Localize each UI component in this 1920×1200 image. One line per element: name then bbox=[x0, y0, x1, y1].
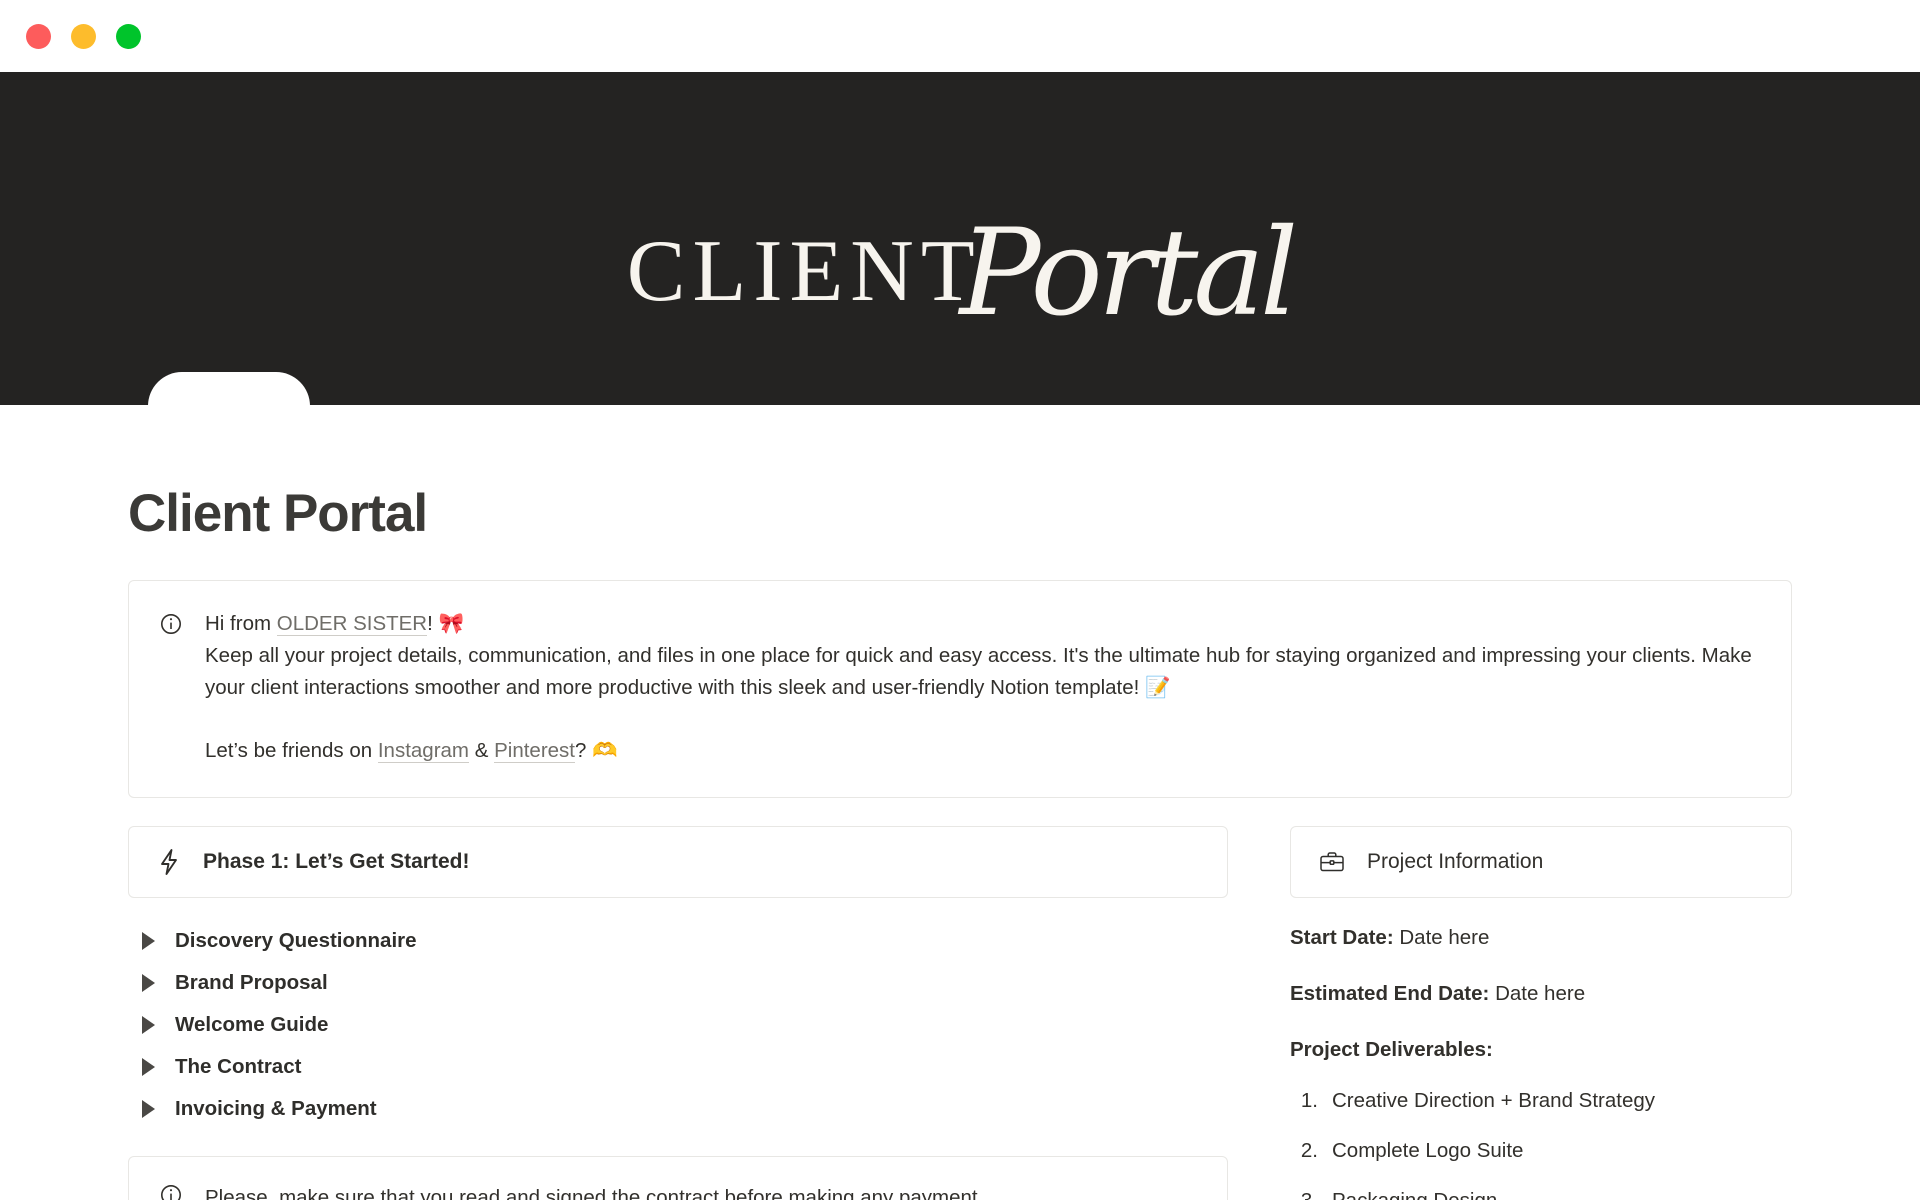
toggle-label: The Contract bbox=[175, 1055, 302, 1078]
minimize-window-button[interactable] bbox=[71, 23, 96, 49]
traffic-lights bbox=[26, 23, 141, 49]
list-item-label: Packaging Design bbox=[1332, 1185, 1497, 1200]
chevron-right-icon[interactable] bbox=[142, 932, 155, 950]
right-column: Project Information Start Date: Date her… bbox=[1290, 826, 1792, 1200]
toggle-welcome-guide[interactable]: Welcome Guide bbox=[128, 1004, 1228, 1046]
toggle-label: Brand Proposal bbox=[175, 971, 328, 994]
toggle-label: Welcome Guide bbox=[175, 1013, 329, 1036]
instagram-link[interactable]: Instagram bbox=[377, 739, 470, 763]
toggle-brand-proposal[interactable]: Brand Proposal bbox=[128, 962, 1228, 1004]
window-title-bar bbox=[0, 0, 1920, 72]
page-content: Client Portal Hi from OLDER SISTER! 🎀 Ke… bbox=[0, 483, 1920, 1200]
social-links-line: Let’s be friends on Instagram & Pinteres… bbox=[205, 734, 1761, 767]
deliverables-list: 1. Creative Direction + Brand Strategy 2… bbox=[1290, 1076, 1792, 1200]
payment-notice-callout: Please, make sure that you read and sign… bbox=[128, 1156, 1228, 1200]
avatar[interactable] bbox=[148, 372, 310, 405]
payment-notice-text: Please, make sure that you read and sign… bbox=[205, 1186, 984, 1200]
greeting-prefix: Hi from bbox=[205, 612, 277, 635]
end-date-row: Estimated End Date: Date here bbox=[1290, 978, 1792, 1010]
friends-suffix: ? bbox=[575, 739, 593, 762]
list-item: 1. Creative Direction + Brand Strategy bbox=[1290, 1076, 1792, 1126]
hero-banner: CLIENTPortal bbox=[0, 72, 1920, 405]
list-item: 3. Packaging Design bbox=[1290, 1176, 1792, 1200]
phase-1-header[interactable]: Phase 1: Let’s Get Started! bbox=[128, 826, 1228, 898]
toggle-invoicing-and-payment[interactable]: Invoicing & Payment bbox=[128, 1088, 1228, 1130]
friends-prefix: Let’s be friends on bbox=[205, 739, 378, 762]
list-item-number: 2. bbox=[1300, 1139, 1318, 1162]
lightning-bolt-icon bbox=[157, 848, 181, 876]
briefcase-icon bbox=[1319, 850, 1345, 874]
page-title: Client Portal bbox=[128, 484, 428, 543]
project-information-title: Project Information bbox=[1367, 850, 1544, 873]
list-item-number: 3. bbox=[1290, 1185, 1318, 1200]
chevron-right-icon[interactable] bbox=[142, 974, 155, 992]
close-window-button[interactable] bbox=[26, 23, 51, 49]
greeting-line: Hi from OLDER SISTER! 🎀 bbox=[205, 607, 1761, 640]
chevron-right-icon[interactable] bbox=[142, 1016, 155, 1034]
brand-logo-word-portal: Portal bbox=[959, 204, 1299, 343]
list-item-label: Complete Logo Suite bbox=[1332, 1139, 1524, 1162]
start-date-value[interactable]: Date here bbox=[1399, 926, 1489, 949]
info-icon bbox=[159, 607, 183, 767]
chevron-right-icon[interactable] bbox=[142, 1100, 155, 1118]
greeting-suffix: ! bbox=[427, 612, 439, 635]
start-date-row: Start Date: Date here bbox=[1290, 922, 1792, 954]
older-sister-link[interactable]: OLDER SISTER bbox=[276, 612, 428, 636]
brand-logo-word-client: CLIENT bbox=[626, 223, 982, 320]
chevron-right-icon[interactable] bbox=[142, 1058, 155, 1076]
left-column: Phase 1: Let’s Get Started! Discovery Qu… bbox=[128, 826, 1228, 1200]
content-columns: Phase 1: Let’s Get Started! Discovery Qu… bbox=[128, 826, 1792, 1200]
list-item-number: 1. bbox=[1300, 1089, 1318, 1112]
list-item: 2. Complete Logo Suite bbox=[1290, 1126, 1792, 1176]
pinterest-link[interactable]: Pinterest bbox=[494, 739, 575, 763]
start-date-label: Start Date: bbox=[1290, 926, 1394, 949]
info-icon bbox=[159, 1183, 183, 1200]
heart-hands-emoji: 🫶 bbox=[592, 738, 618, 762]
list-item-label: Creative Direction + Brand Strategy bbox=[1332, 1089, 1656, 1112]
end-date-value[interactable]: Date here bbox=[1495, 982, 1585, 1005]
toggle-discovery-questionnaire[interactable]: Discovery Questionnaire bbox=[128, 920, 1228, 962]
ribbon-emoji: 🎀 bbox=[438, 611, 465, 635]
toggle-the-contract[interactable]: The Contract bbox=[128, 1046, 1228, 1088]
brand-logo: CLIENTPortal bbox=[0, 190, 1920, 343]
phase-1-toggle-list: Discovery Questionnaire Brand Proposal W… bbox=[128, 920, 1228, 1130]
project-information-header[interactable]: Project Information bbox=[1290, 826, 1792, 898]
phase-1-title: Phase 1: Let’s Get Started! bbox=[203, 850, 470, 873]
toggle-label: Discovery Questionnaire bbox=[175, 929, 417, 952]
toggle-label: Invoicing & Payment bbox=[175, 1097, 377, 1120]
end-date-label: Estimated End Date: bbox=[1290, 982, 1490, 1005]
deliverables-label: Project Deliverables: bbox=[1290, 1038, 1493, 1061]
intro-paragraph: Keep all your project details, communica… bbox=[205, 644, 1752, 699]
intro-callout-body: Hi from OLDER SISTER! 🎀 Keep all your pr… bbox=[205, 607, 1761, 767]
friends-separator: & bbox=[469, 739, 495, 762]
maximize-window-button[interactable] bbox=[116, 23, 141, 49]
intro-callout: Hi from OLDER SISTER! 🎀 Keep all your pr… bbox=[128, 580, 1792, 798]
deliverables-heading: Project Deliverables: bbox=[1290, 1034, 1792, 1066]
